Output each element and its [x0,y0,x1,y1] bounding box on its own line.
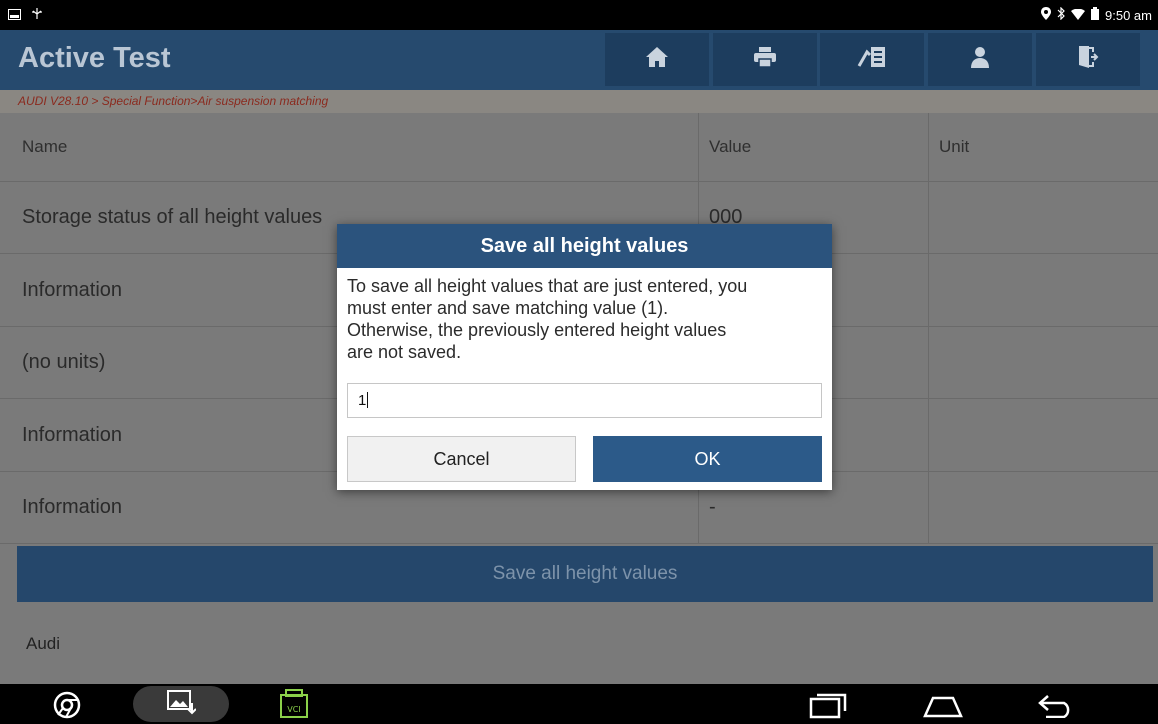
report-icon [857,46,887,73]
column-header-name: Name [22,137,68,156]
vci-icon[interactable]: VCI [279,688,309,724]
ok-button[interactable]: OK [593,436,822,482]
home-nav-icon[interactable] [923,694,963,723]
gallery-icon [166,689,197,720]
row-unit [928,399,1158,471]
dialog-title: Save all height values [337,224,832,268]
dialog-message-line: are not saved. [347,342,462,362]
recent-apps-icon[interactable] [809,693,847,724]
user-icon [970,46,990,73]
vehicle-make-label: Audi [26,634,61,653]
save-height-dialog: Save all height values To save all heigh… [337,224,832,490]
usb-debug-icon [31,7,43,23]
wifi-icon [1071,8,1086,23]
exit-icon [1077,45,1099,74]
dialog-message-line: must enter and save matching value (1). [347,298,669,318]
matching-value-input[interactable]: 1 [347,383,822,418]
column-header-value: Value [698,113,928,181]
row-unit [928,327,1158,398]
home-button[interactable] [605,33,709,86]
print-button[interactable] [713,33,817,86]
back-icon[interactable] [1038,694,1076,723]
screenshot-notification-icon [8,8,21,23]
column-header-unit: Unit [928,113,1158,181]
cancel-button[interactable]: Cancel [347,436,576,482]
dialog-message-line: Otherwise, the previously entered height… [347,320,727,340]
status-time: 9:50 am [1105,7,1152,23]
battery-icon [1091,7,1100,23]
save-all-height-values-button[interactable]: Save all height values [17,546,1153,602]
row-unit [928,472,1158,543]
row-unit [928,182,1158,253]
user-button[interactable] [928,33,1032,86]
row-unit [928,254,1158,326]
dialog-message-line: To save all height values that are just … [347,276,748,296]
system-nav-bar: VCI [0,684,1158,724]
home-icon [645,46,669,73]
svg-text:VCI: VCI [287,705,300,714]
table-header-row: Name Value Unit [0,113,1158,182]
print-icon [753,46,777,73]
title-bar: Active Test [0,30,1158,90]
report-button[interactable] [820,33,924,86]
chrome-icon[interactable] [53,691,81,724]
gallery-button[interactable] [133,686,229,722]
page-title: Active Test [18,42,171,74]
breadcrumb: AUDI V28.10 > Special Function>Air suspe… [0,90,1158,113]
location-icon [1041,7,1052,23]
bluetooth-icon [1057,6,1065,23]
exit-button[interactable] [1036,33,1140,86]
status-bar: 9:50 am [0,0,1158,30]
dialog-message: To save all height values that are just … [337,268,832,372]
